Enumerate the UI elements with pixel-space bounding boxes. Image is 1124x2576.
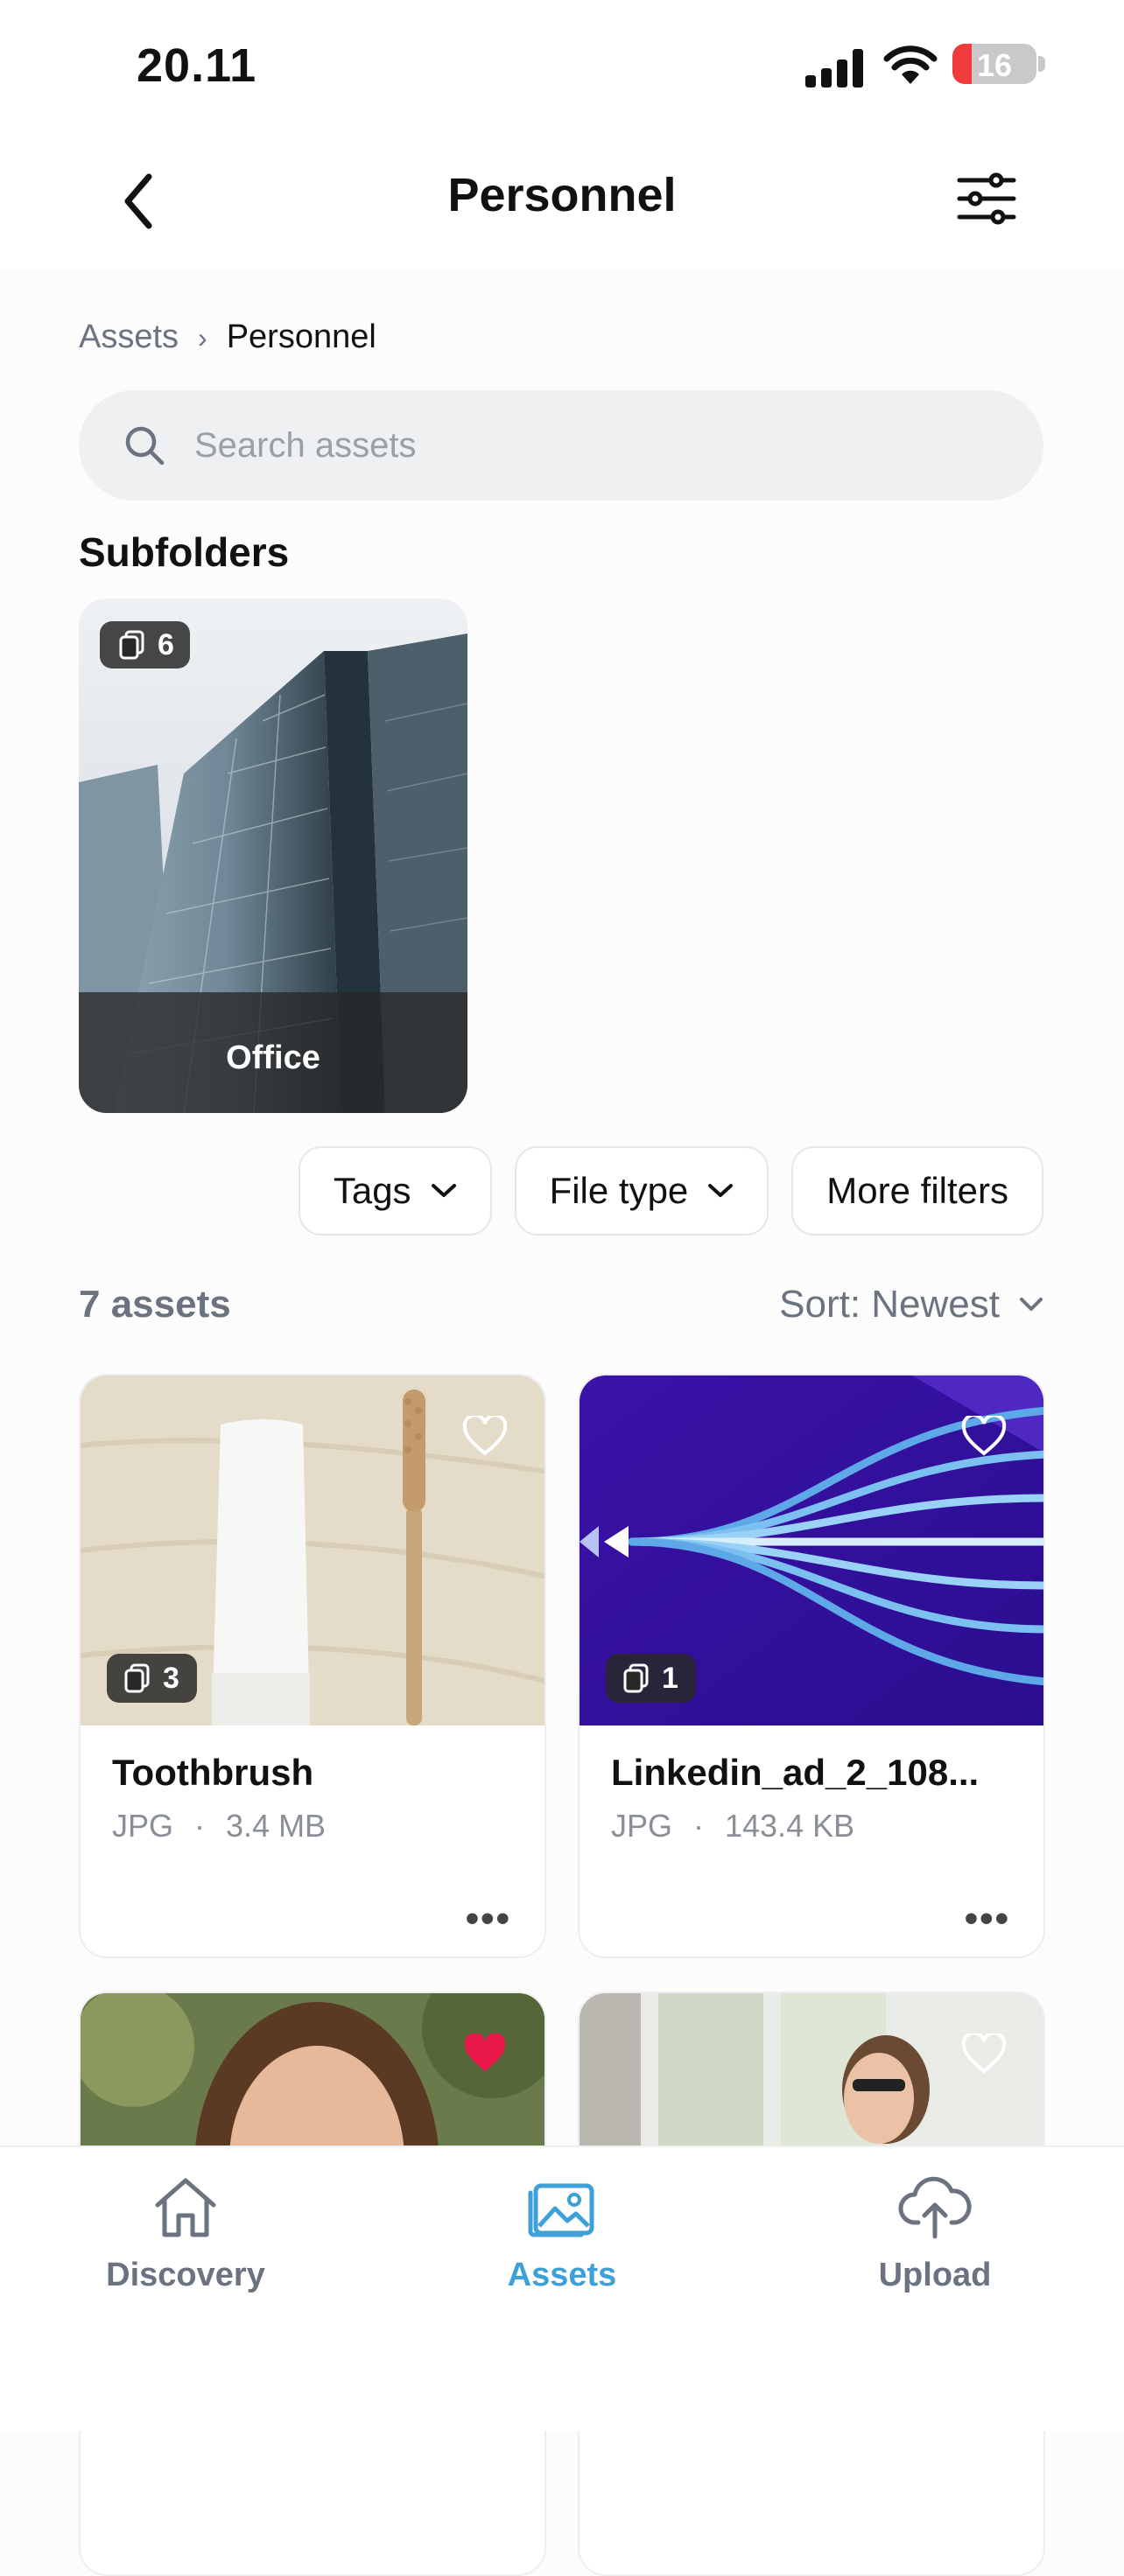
cellular-signal-icon <box>805 49 863 88</box>
tab-assets[interactable]: Assets <box>431 2174 693 2294</box>
asset-size: 143.4 KB <box>725 1808 855 1844</box>
files-icon <box>124 1663 150 1693</box>
filter-tags-button[interactable]: Tags <box>298 1146 492 1236</box>
app-header: Personnel <box>0 131 1124 271</box>
tab-discovery[interactable]: Discovery <box>54 2174 317 2294</box>
asset-type: JPG <box>611 1808 673 1844</box>
tab-label: Upload <box>878 2257 992 2293</box>
heart-icon[interactable] <box>961 1416 1007 1456</box>
filter-label: More filters <box>826 1170 1008 1211</box>
asset-thumbnail: 3 <box>81 1376 544 1726</box>
more-options-icon[interactable]: ••• <box>466 1897 511 1941</box>
more-options-icon[interactable]: ••• <box>965 1897 1010 1941</box>
filter-label: Tags <box>333 1170 411 1211</box>
heart-icon[interactable] <box>462 1416 508 1456</box>
subfolder-card[interactable]: 6 Office <box>79 598 467 1113</box>
chevron-down-icon <box>431 1184 456 1197</box>
asset-type: JPG <box>112 1808 174 1844</box>
image-icon <box>528 2183 594 2237</box>
tab-label: Discovery <box>106 2257 265 2293</box>
status-time: 20.11 <box>137 39 257 92</box>
filter-chips: Tags File type More filters <box>298 1146 1043 1236</box>
subfolders-heading: Subfolders <box>79 529 290 575</box>
home-icon <box>155 2178 216 2237</box>
files-icon <box>119 630 144 660</box>
breadcrumb-current: Personnel <box>226 318 376 355</box>
chevron-down-icon <box>1020 1298 1043 1311</box>
sort-label: Sort: Newest <box>779 1283 1000 1326</box>
battery-level: 16 <box>976 47 1013 83</box>
file-count-badge: 3 <box>107 1654 197 1703</box>
wifi-icon <box>883 46 938 84</box>
heart-icon[interactable] <box>462 2034 508 2074</box>
sort-dropdown[interactable]: Sort: Newest <box>779 1283 1043 1326</box>
sliders-icon[interactable] <box>954 166 1019 231</box>
more-filters-button[interactable]: More filters <box>791 1146 1043 1236</box>
search-icon <box>125 426 165 466</box>
bottom-tab-bar: Discovery Assets Upload <box>0 2146 1124 2431</box>
files-icon <box>623 1663 649 1693</box>
asset-meta: JPG · 143.4 KB <box>611 1808 855 1844</box>
filter-label: File type <box>549 1170 689 1211</box>
asset-card[interactable]: 1 Linkedin_ad_2_108... JPG · 143.4 KB ••• <box>578 1374 1045 1958</box>
tab-upload[interactable]: Upload <box>804 2174 1066 2294</box>
chevron-down-icon <box>708 1184 734 1197</box>
folder-file-count-badge: 6 <box>100 621 190 668</box>
asset-size: 3.4 MB <box>226 1808 327 1844</box>
battery-indicator: 16 <box>952 44 1036 84</box>
asset-name: Linkedin_ad_2_108... <box>611 1752 980 1793</box>
breadcrumb: Assets › Personnel <box>79 318 376 356</box>
filter-file-type-button[interactable]: File type <box>514 1146 769 1236</box>
file-count-badge: 1 <box>606 1654 696 1703</box>
breadcrumb-separator: › <box>198 322 207 354</box>
cloud-upload-icon <box>898 2176 972 2239</box>
file-count: 1 <box>662 1661 678 1695</box>
search-bar[interactable] <box>79 390 1043 500</box>
asset-count: 7 assets <box>79 1283 231 1326</box>
asset-thumbnail: 1 <box>580 1376 1043 1726</box>
heart-icon[interactable] <box>961 2034 1007 2074</box>
folder-name: Office <box>79 992 467 1113</box>
search-input[interactable] <box>194 390 982 500</box>
asset-meta: JPG · 3.4 MB <box>112 1808 327 1844</box>
asset-name: Toothbrush <box>112 1752 314 1793</box>
asset-card[interactable]: 3 Toothbrush JPG · 3.4 MB ••• <box>79 1374 546 1958</box>
status-bar: 20.11 16 <box>0 0 1124 131</box>
breadcrumb-root[interactable]: Assets <box>79 318 179 355</box>
tab-label: Assets <box>507 2257 617 2293</box>
file-count: 3 <box>163 1661 179 1695</box>
folder-file-count: 6 <box>158 627 174 662</box>
